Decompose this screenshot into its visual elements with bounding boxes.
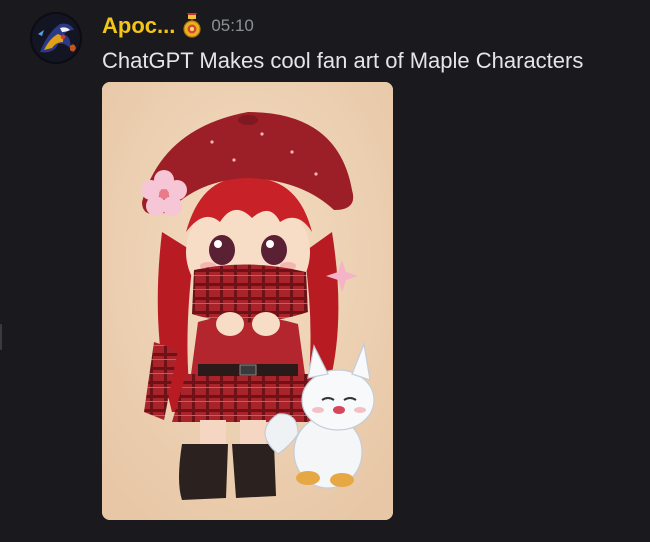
- message-text: ChatGPT Makes cool fan art of Maple Char…: [102, 48, 584, 73]
- message-timestamp: 05:10: [211, 16, 254, 35]
- chibi-girl-with-fox-illustration: [102, 82, 393, 520]
- chat-pane: Apoc... 05:10 ChatGPT Makes cool fan art…: [0, 0, 650, 542]
- user-avatar[interactable]: [30, 12, 82, 64]
- message-header: Apoc... 05:10: [102, 11, 254, 41]
- medal-badge-icon[interactable]: [181, 13, 203, 39]
- chat-message: Apoc... 05:10 ChatGPT Makes cool fan art…: [0, 0, 650, 542]
- image-attachment[interactable]: [102, 82, 393, 520]
- author-name[interactable]: Apoc...: [102, 13, 175, 39]
- dark-hooded-character-avatar-icon: [30, 12, 82, 64]
